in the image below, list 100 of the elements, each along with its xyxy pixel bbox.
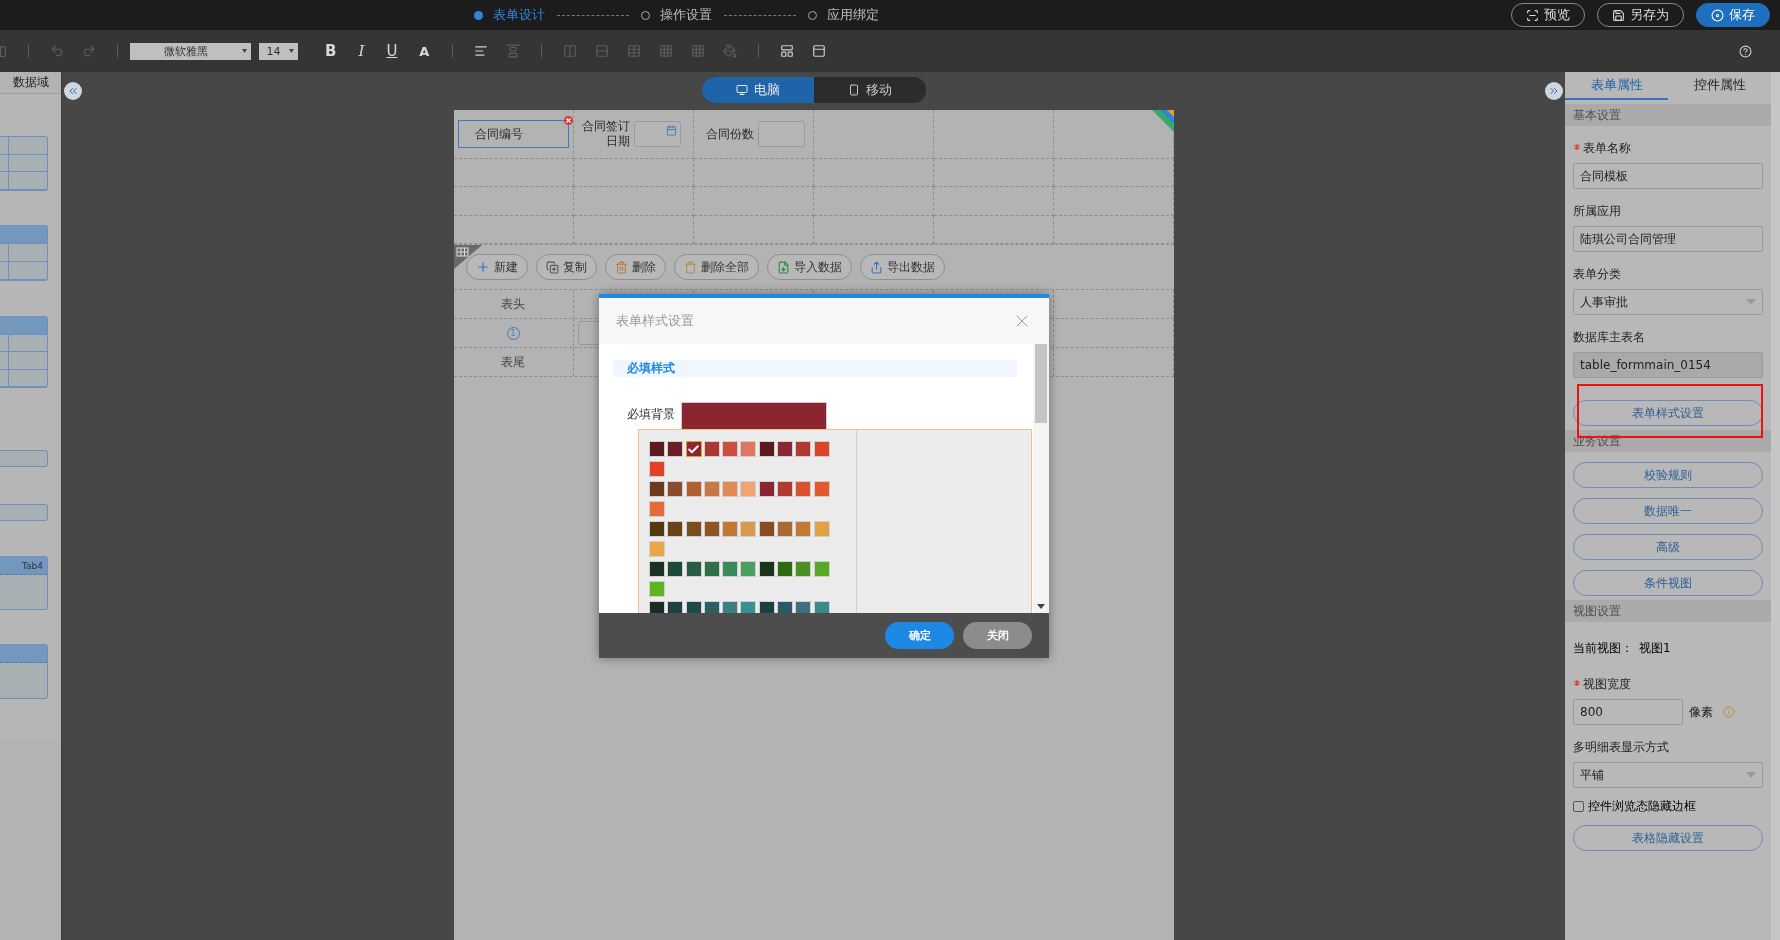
layout-icon[interactable] [780,44,795,58]
color-swatch[interactable] [685,481,702,497]
color-swatch[interactable] [722,441,739,457]
detail-button[interactable]: 新建 [465,254,528,280]
grid-thumbnail[interactable] [0,136,48,191]
color-swatch[interactable] [649,521,665,537]
color-swatch[interactable] [685,521,702,537]
color-swatch[interactable] [740,521,757,537]
panel-thumbnail[interactable] [0,644,48,699]
color-swatch[interactable] [703,601,720,613]
color-swatch[interactable] [685,561,702,577]
panel-icon[interactable] [812,44,827,58]
color-swatch[interactable] [703,481,720,497]
redo-icon[interactable] [82,44,96,58]
color-swatch[interactable] [722,481,739,497]
action-button[interactable]: 数据唯一 [1573,498,1763,524]
color-swatch[interactable] [722,561,739,577]
color-swatch[interactable] [703,521,720,537]
color-swatch[interactable] [758,561,775,577]
color-swatch[interactable] [649,461,665,477]
help-icon[interactable] [1739,44,1752,58]
color-swatch[interactable] [813,481,830,497]
detail-button[interactable]: 删除全部 [673,254,759,280]
color-swatch[interactable] [758,441,775,457]
color-swatch[interactable] [685,441,702,457]
align-icon[interactable] [474,44,489,58]
text-field[interactable]: 合同模板 [1573,163,1763,189]
grid-thumbnail[interactable] [0,316,48,388]
color-swatch[interactable] [649,501,665,517]
valign-icon[interactable] [506,44,521,58]
action-button[interactable]: 条件视图 [1573,570,1763,596]
font-select[interactable]: 微软雅黑 [130,42,251,60]
color-swatch[interactable] [777,481,794,497]
color-swatch[interactable] [813,521,830,537]
color-swatch[interactable] [649,601,665,613]
save-button[interactable]: 保存 [1696,3,1770,27]
size-select[interactable]: 14 [259,42,298,60]
color-swatch[interactable] [758,521,775,537]
color-swatch[interactable] [813,561,830,577]
color-swatch[interactable] [703,441,720,457]
color-swatch[interactable] [740,441,757,457]
color-swatch[interactable] [667,521,684,537]
color-swatch[interactable] [703,561,720,577]
undo-icon[interactable] [50,44,64,58]
grid-thumbnail[interactable] [0,225,48,281]
color-button[interactable]: A [411,43,438,59]
width-field[interactable]: 800 [1573,699,1683,725]
color-swatch[interactable] [777,441,794,457]
remove-icon[interactable] [563,116,573,125]
color-swatch[interactable] [685,601,702,613]
color-swatch[interactable] [667,561,684,577]
confirm-button[interactable]: 确定 [885,622,954,649]
bold-button[interactable]: B [317,42,345,60]
date-field[interactable] [633,121,681,147]
color-swatch[interactable] [813,441,830,457]
scrollbar[interactable] [1033,344,1049,613]
tabs-thumbnail[interactable]: Tab4 [0,556,48,610]
color-swatch[interactable] [795,561,812,577]
device-tab[interactable]: 电脑 [701,77,814,103]
field-thumbnail[interactable] [0,504,48,521]
color-swatch[interactable] [740,481,757,497]
color-swatch[interactable] [795,441,812,457]
color-swatch[interactable] [758,601,775,613]
color-swatch[interactable] [667,441,684,457]
action-button[interactable]: 高级 [1573,534,1763,560]
color-swatch[interactable] [777,521,794,537]
color-swatch[interactable] [795,601,812,613]
detail-button[interactable]: 导出数据 [859,254,945,280]
color-swatch[interactable] [722,521,739,537]
expand-button[interactable] [1545,82,1563,100]
step-label[interactable]: 应用绑定 [827,6,879,24]
checkbox[interactable] [1573,801,1584,812]
action-button[interactable]: 表单样式设置 [1573,400,1763,426]
scroll-thumb[interactable] [1035,344,1047,423]
step-label[interactable]: 表单设计 [493,6,545,24]
italic-button[interactable]: I [350,42,373,60]
color-swatch[interactable] [795,481,812,497]
color-swatch[interactable] [813,601,830,613]
color-swatch[interactable] [667,481,684,497]
color-swatch[interactable] [740,561,757,577]
color-swatch[interactable] [722,601,739,613]
color-swatch[interactable] [758,481,775,497]
step-label[interactable]: 操作设置 [660,6,712,24]
paint-bucket-icon[interactable] [723,44,738,58]
color-swatch[interactable] [777,561,794,577]
color-value[interactable] [681,402,827,429]
color-swatch[interactable] [795,521,812,537]
color-swatch[interactable] [740,601,757,613]
color-swatch[interactable] [667,601,684,613]
color-swatch[interactable] [649,561,665,577]
detail-button[interactable]: 导入数据 [766,254,852,280]
scrollbar[interactable] [1771,72,1780,940]
detail-button[interactable]: 删除 [604,254,666,280]
color-swatch[interactable] [649,581,665,597]
underline-button[interactable]: U [378,42,406,60]
action-button[interactable]: 表格隐藏设置 [1573,825,1763,851]
color-swatch[interactable] [649,541,665,557]
scroll-down-icon[interactable] [1037,604,1045,609]
color-swatch[interactable] [777,601,794,613]
action-button[interactable]: 校验规则 [1573,462,1763,488]
